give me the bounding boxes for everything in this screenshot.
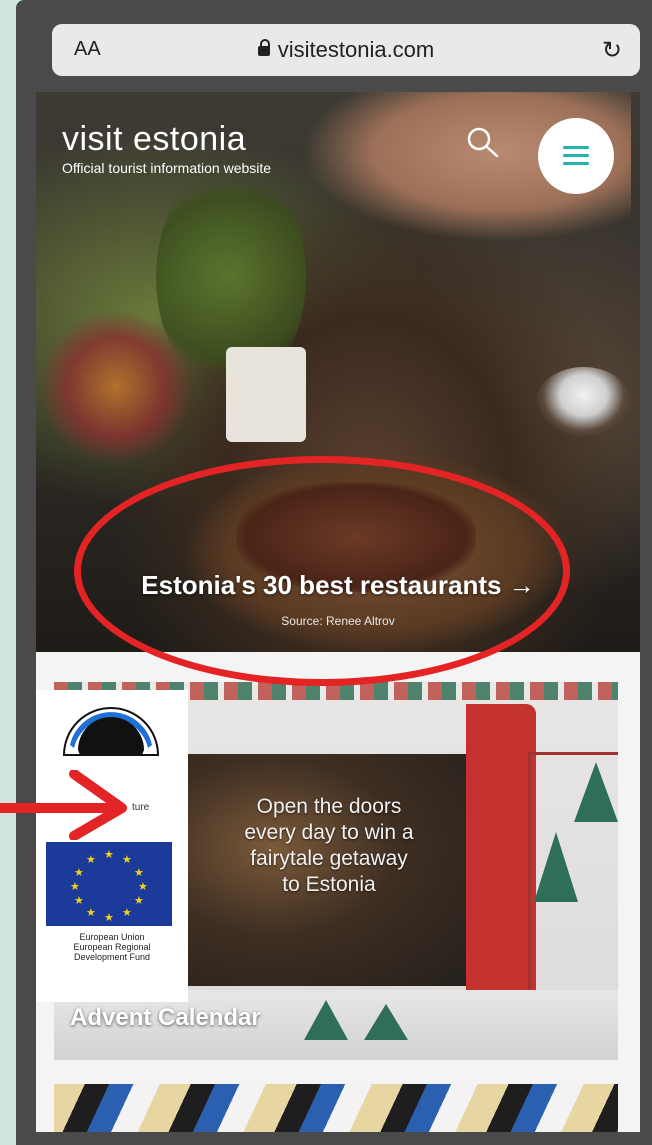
lock-icon	[257, 39, 270, 56]
eu-fund-text: European Union European Regional Develop…	[40, 932, 184, 962]
star-icon: ★	[86, 854, 96, 866]
hero-image-salt-bowl	[536, 367, 631, 437]
browser-address-bar[interactable]: AA visitestonia.com ↻	[52, 24, 640, 76]
eu-flag: ★ ★ ★ ★ ★ ★ ★ ★ ★ ★ ★ ★	[46, 842, 172, 926]
menu-button[interactable]	[538, 118, 614, 194]
star-icon: ★	[138, 881, 148, 893]
tree-decoration	[304, 1000, 348, 1040]
hero-image-mug	[226, 347, 306, 442]
star-icon: ★	[70, 881, 80, 893]
eu-text-line: Development Fund	[73, 952, 151, 962]
url-display[interactable]: visitestonia.com	[52, 37, 640, 63]
next-content-card[interactable]	[54, 1084, 618, 1132]
star-icon: ★	[86, 907, 96, 919]
star-icon: ★	[104, 912, 114, 924]
reload-icon[interactable]: ↻	[602, 36, 622, 65]
advent-calendar-label: Advent Calendar	[70, 1004, 261, 1031]
hero-image-vegetables	[36, 312, 196, 462]
advent-text-line: fairytale getaway	[250, 847, 408, 870]
menu-icon-bar	[563, 162, 589, 165]
tree-decoration	[364, 1004, 408, 1040]
star-icon: ★	[122, 907, 132, 919]
star-icon: ★	[122, 854, 132, 866]
star-icon: ★	[74, 867, 84, 879]
highlight-ellipse-annotation	[74, 456, 570, 686]
star-icon: ★	[104, 849, 114, 861]
advent-text-line: Open the doors	[256, 795, 402, 818]
advent-text-line: to Estonia	[282, 873, 376, 896]
eu-text-line: European Regional	[73, 942, 151, 952]
search-icon[interactable]	[466, 126, 500, 160]
tree-decoration	[534, 832, 578, 902]
eu-funding-badge: ture ★ ★ ★ ★ ★ ★ ★ ★ ★ ★ ★ ★ European Un…	[36, 690, 188, 1002]
brand-subtitle: Official tourist information website	[62, 160, 272, 176]
star-icon: ★	[134, 867, 144, 879]
arrow-annotation	[0, 770, 127, 840]
star-icon: ★	[134, 895, 144, 907]
advent-card-text: Open the doors every day to win a fairyt…	[188, 794, 470, 898]
eu-text-line: European Union	[79, 932, 145, 942]
tree-decoration	[574, 762, 618, 822]
search-icon-graphic	[467, 127, 499, 158]
url-text: visitestonia.com	[277, 37, 435, 62]
star-icon: ★	[74, 895, 84, 907]
menu-icon-bar	[563, 154, 589, 157]
menu-icon-bar	[563, 146, 589, 149]
advent-text-line: every day to win a	[244, 821, 414, 844]
brand-name: visit estonia	[62, 120, 247, 158]
site-logo[interactable]: visit estonia Official tourist informati…	[62, 122, 271, 176]
